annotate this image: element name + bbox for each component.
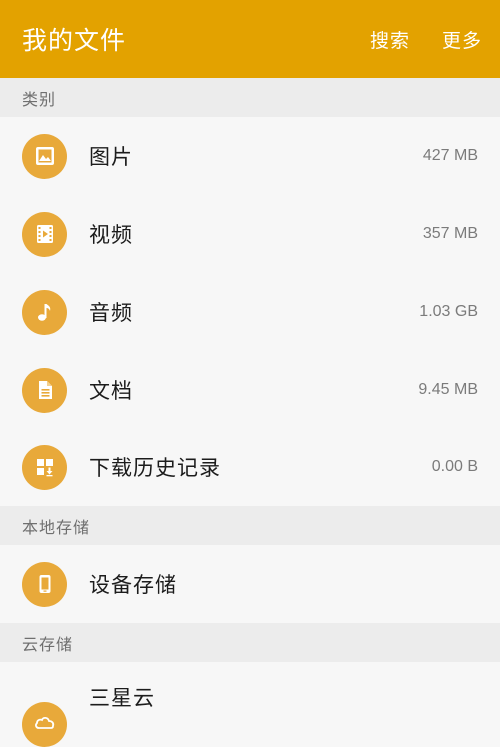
category-size: 0.00 B [431,458,478,475]
storage-item-device[interactable]: 设备存储 [0,545,500,623]
section-header-categories: 类别 [0,78,500,117]
page-title: 我的文件 [22,26,127,55]
phone-icon [22,561,67,607]
video-icon [22,211,67,257]
category-item-download-history[interactable]: 下载历史记录 0.00 B [0,428,500,506]
category-label: 音频 [89,301,133,325]
category-size: 1.03 GB [419,303,478,320]
storage-label: 三星云 [89,686,155,710]
cloud-icon [22,701,67,747]
category-label: 文档 [89,379,133,403]
category-item-images[interactable]: 图片 427 MB [0,117,500,195]
download-history-icon [22,444,67,490]
image-icon [22,133,67,179]
category-label: 视频 [89,223,133,247]
category-label: 下载历史记录 [89,456,221,480]
section-header-cloud-storage: 云存储 [0,623,500,662]
category-label: 图片 [89,145,133,169]
category-size: 9.45 MB [418,381,478,398]
section-header-local-storage: 本地存储 [0,506,500,545]
storage-label: 设备存储 [89,573,177,597]
more-button[interactable]: 更多 [442,26,482,53]
search-button[interactable]: 搜索 [370,26,410,53]
category-size: 427 MB [422,147,478,164]
document-icon [22,367,67,413]
music-note-icon [22,289,67,335]
category-item-audio[interactable]: 音频 1.03 GB [0,273,500,351]
storage-item-samsung-cloud[interactable]: 三星云 [0,662,500,747]
category-item-documents[interactable]: 文档 9.45 MB [0,351,500,429]
app-bar: 我的文件 搜索 更多 [0,0,500,78]
category-item-videos[interactable]: 视频 357 MB [0,195,500,273]
category-size: 357 MB [422,225,478,242]
